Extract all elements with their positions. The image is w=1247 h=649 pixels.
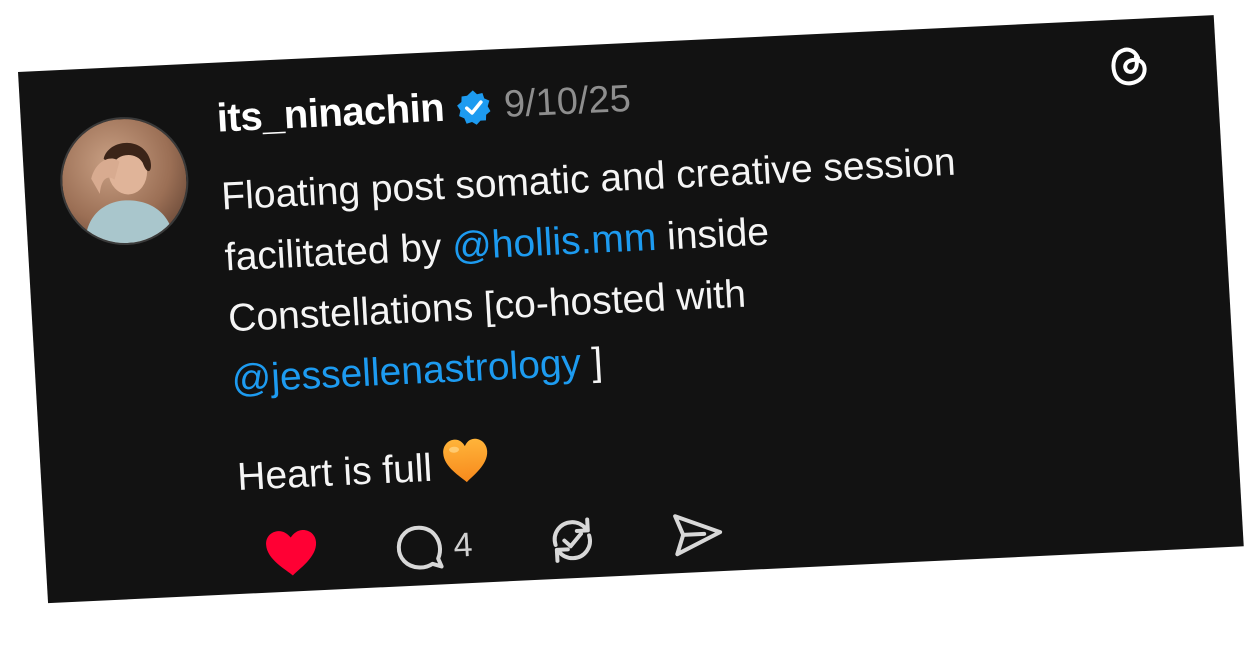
reply-button[interactable]: 4 xyxy=(392,519,474,575)
repost-button[interactable] xyxy=(543,513,602,568)
post-body: Floating post somatic and creative sessi… xyxy=(220,124,1138,508)
verified-badge-icon xyxy=(455,88,493,126)
screenshot-stage: its_ninachin 9/10/25 Floating post somat… xyxy=(0,0,1247,649)
comment-bubble-icon xyxy=(396,525,444,570)
repost-icon xyxy=(552,517,592,563)
post-text-fragment: facilitated by xyxy=(223,225,454,280)
threads-logo-icon[interactable] xyxy=(1104,40,1155,90)
post-actions: 4 xyxy=(262,507,725,581)
post-header: its_ninachin 9/10/25 xyxy=(216,77,632,142)
reply-count: 4 xyxy=(452,525,474,565)
share-button[interactable] xyxy=(669,508,726,560)
heart-icon xyxy=(266,529,317,576)
threads-post-card: its_ninachin 9/10/25 Floating post somat… xyxy=(18,15,1244,604)
mention-link-hollis[interactable]: @hollis.mm xyxy=(451,216,657,269)
post-text-fragment: Heart is full xyxy=(236,446,434,499)
post-text-fragment: ] xyxy=(579,340,604,385)
like-button[interactable] xyxy=(262,527,321,580)
avatar[interactable] xyxy=(56,114,192,249)
post-date: 9/10/25 xyxy=(502,77,632,126)
avatar-photo xyxy=(58,116,190,246)
orange-heart-emoji xyxy=(438,434,493,488)
username[interactable]: its_ninachin xyxy=(216,86,446,142)
send-icon xyxy=(673,514,723,557)
post-text-fragment: inside xyxy=(655,210,771,259)
mention-link-jessellenastrology[interactable]: @jessellenastrology xyxy=(231,342,583,402)
